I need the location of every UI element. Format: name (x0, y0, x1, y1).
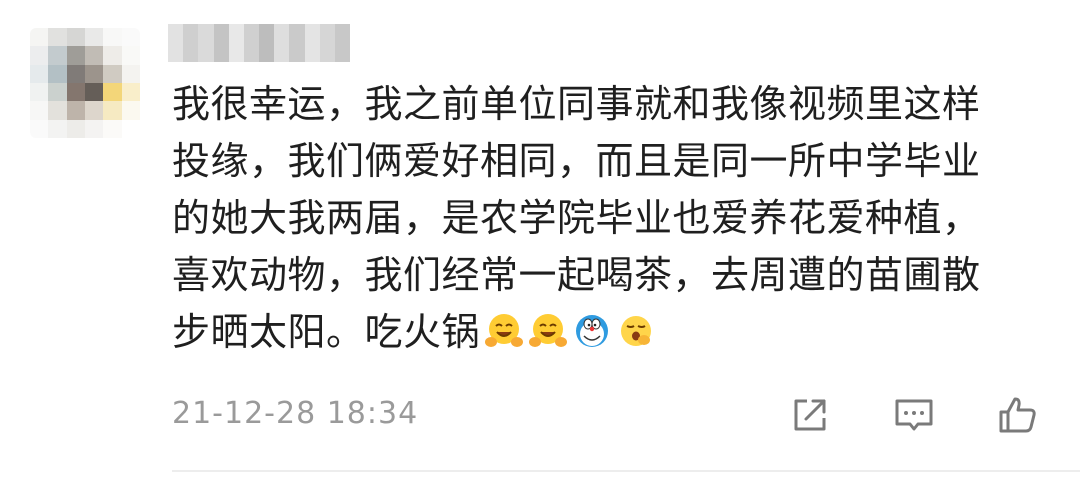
hug-emoji (529, 314, 568, 347)
comment-text: 我很幸运，我之前单位同事就和我像视频里这样 投缘，我们俩爱好相同，而且是同一所中… (172, 76, 1052, 361)
yawn-emoji (621, 316, 652, 346)
comment-timestamp: 21-12-28 18:34 (172, 396, 419, 431)
comment-card: 我很幸运，我之前单位同事就和我像视频里这样 投缘，我们俩爱好相同，而且是同一所中… (0, 0, 1080, 483)
divider (172, 470, 1080, 472)
comment-line: 投缘，我们俩爱好相同，而且是同一所中学毕业 (172, 139, 981, 183)
comment-line: 步晒太阳。吃火锅 (172, 310, 481, 354)
reply-button[interactable] (892, 393, 936, 437)
doraemon-emoji (576, 315, 609, 347)
share-icon (794, 399, 826, 431)
username-obscured[interactable] (168, 24, 351, 62)
avatar[interactable] (30, 28, 140, 138)
comment-last-line: 步晒太阳。吃火锅 (172, 304, 1052, 361)
like-button[interactable] (996, 393, 1040, 437)
like-icon (999, 397, 1036, 433)
emoji-row (484, 311, 656, 351)
reply-comment-icon (895, 399, 933, 431)
hug-emoji (485, 314, 524, 347)
comment-line: 我很幸运，我之前单位同事就和我像视频里这样 (172, 82, 981, 126)
comment-line: 的她大我两届，是农学院毕业也爱养花爱种植， (172, 196, 981, 240)
comment-line: 喜欢动物，我们经常一起喝茶，去周遭的苗圃散 (172, 253, 981, 297)
share-button[interactable] (788, 393, 832, 437)
comment-actions (788, 393, 1040, 437)
